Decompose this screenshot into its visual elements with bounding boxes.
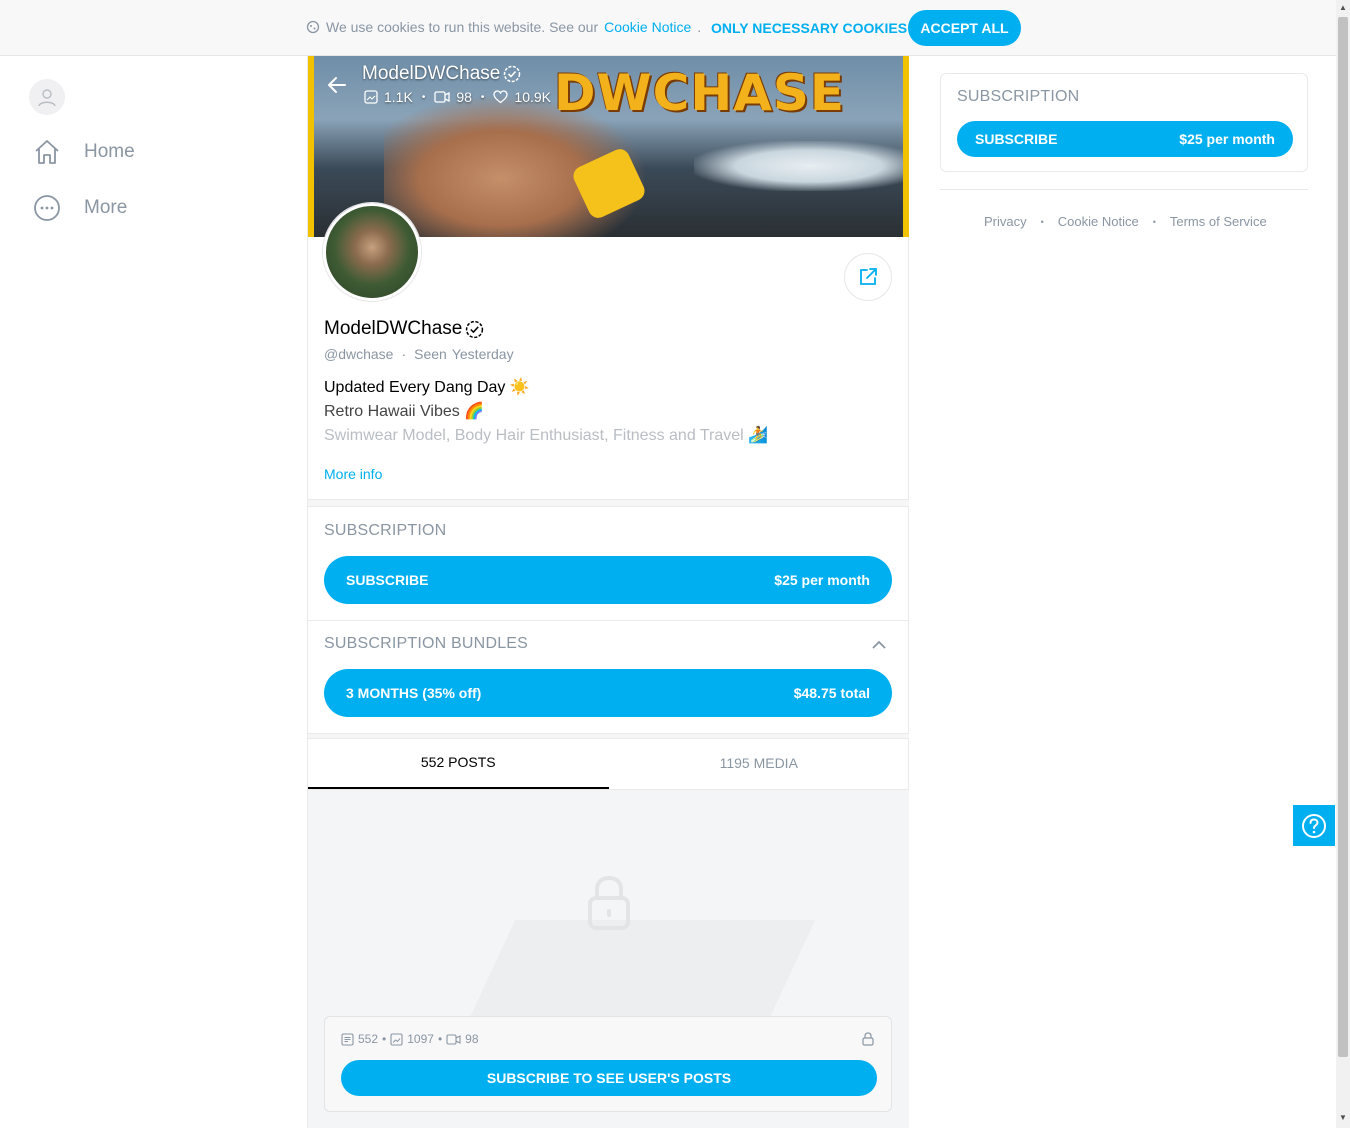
image-icon [390,1032,403,1046]
more-info-link[interactable]: More info [324,466,382,482]
nav-label-more: More [84,197,128,218]
profile-name-text: ModelDWChase [324,318,463,339]
subscribe-label: SUBSCRIBE [346,572,429,588]
video-icon [434,91,450,103]
footer-links: Privacy • Cookie Notice • Terms of Servi… [984,214,1267,229]
lock-icon [588,875,630,930]
help-button[interactable] [1293,805,1335,846]
lock-icon [862,1032,874,1046]
nav-label-home: Home [84,141,135,162]
cover-wave [694,141,903,191]
profile-handle: @dwchase [324,346,394,362]
cookie-message: We use cookies to run this website. See … [326,19,599,35]
nav-item-more[interactable]: More [32,193,127,223]
scrollbar[interactable]: ▲ ▼ [1336,0,1350,1128]
back-button[interactable] [326,74,348,103]
share-icon [860,268,877,285]
share-button[interactable] [844,253,892,301]
subscribe-label: SUBSCRIBE [975,131,1058,147]
profile-handle-row: @dwchase · Seen Yesterday [324,346,514,362]
seen-label: Seen [414,346,447,362]
sidebar-subscription-box: SUBSCRIPTION SUBSCRIBE $25 per month [940,73,1308,172]
post-icon [341,1032,354,1046]
profile-name: ModelDWChase [324,318,484,340]
bundle-price: $48.75 total [793,685,870,701]
bundles-title: SUBSCRIPTION BUNDLES [324,635,529,652]
section-divider [308,499,909,507]
sidebar-subscription-title: SUBSCRIPTION [957,88,1080,105]
subscribe-price: $25 per month [1179,131,1275,147]
separator-dot: • [1040,216,1044,227]
cover-stats: 1.1K • 98 • 10.9K [364,89,551,105]
bundle-label: 3 MONTHS (35% off) [346,685,482,701]
stat-likes: 10.9K [514,89,552,105]
separator-dot: • [480,91,485,103]
profile-avatar[interactable] [323,203,421,301]
bio-line: Retro Hawaii Vibes 🌈 [324,403,485,420]
scroll-down-arrow[interactable]: ▼ [1339,1114,1347,1122]
profile-bio: Updated Every Dang Day ☀️ Retro Hawaii V… [324,376,768,448]
subscribe-button[interactable]: SUBSCRIBE $25 per month [324,556,892,604]
tab-media[interactable]: 1195 MEDIA [609,737,910,789]
user-icon [38,89,56,107]
subscribe-to-see-posts-button[interactable]: SUBSCRIBE TO SEE USER'S POSTS [341,1060,877,1096]
cookie-notice-link[interactable]: Cookie Notice [604,19,691,35]
footer-link-cookie-notice[interactable]: Cookie Notice [1058,214,1139,229]
separator-dot: • [1152,216,1156,227]
stat-images: 1.1K [384,89,413,105]
scroll-up-arrow[interactable]: ▲ [1339,4,1347,12]
subscribe-price: $25 per month [774,572,870,588]
user-avatar[interactable] [29,79,65,115]
footer-link-privacy[interactable]: Privacy [984,214,1027,229]
home-icon [32,137,62,167]
divider [940,189,1308,190]
tab-posts[interactable]: 552 POSTS [308,737,609,789]
profile-column: DWCHASE ModelDWChase 1.1K • 98 • 10.9K M… [307,56,909,1128]
cookie-text: We use cookies to run this website. See … [306,19,701,35]
arrow-left-icon [328,77,346,93]
locked-content: 552 • 1097 • 98 SUBSCRIBE TO SEE USER'S … [308,790,909,1128]
separator-dot: · [401,346,407,362]
bundle-3-months-button[interactable]: 3 MONTHS (35% off) $48.75 total [324,669,892,717]
cover-name: ModelDWChase [362,63,521,85]
video-icon [446,1033,461,1045]
subscription-title: SUBSCRIPTION [324,522,447,539]
locked-posts-count: 552 [358,1032,379,1046]
chevron-up-icon[interactable] [870,636,888,654]
bio-line: Updated Every Dang Day ☀️ [324,379,530,396]
cover-banner-text: DWCHASE [554,64,846,122]
cover-name-text: ModelDWChase [362,63,501,84]
accept-all-button[interactable]: ACCEPT ALL [908,10,1021,46]
verified-icon [504,65,521,83]
help-icon [1302,813,1326,838]
bio-line: Swimwear Model, Body Hair Enthusiast, Fi… [324,427,769,444]
profile-tabs: 552 POSTS 1195 MEDIA [308,737,909,790]
separator-dot: • [382,1032,387,1046]
image-icon [364,90,378,104]
divider [308,620,909,621]
more-icon [32,193,62,223]
verified-icon [466,320,484,338]
only-necessary-cookies-button[interactable]: ONLY NECESSARY COOKIES [700,10,918,46]
nav-item-home[interactable]: Home [32,137,135,167]
separator-dot: • [437,1032,443,1046]
separator-dot: • [421,91,426,103]
locked-videos-count: 98 [465,1032,479,1046]
footer-link-terms[interactable]: Terms of Service [1170,214,1267,229]
sidebar-subscribe-button[interactable]: SUBSCRIBE $25 per month [957,121,1293,157]
scroll-thumb[interactable] [1338,17,1348,1057]
heart-icon [493,90,509,104]
locked-card: 552 • 1097 • 98 SUBSCRIBE TO SEE USER'S … [324,1016,892,1112]
cookie-banner: We use cookies to run this website. See … [0,0,1336,56]
seen-value: Yesterday [451,346,514,362]
stat-videos: 98 [456,89,472,105]
locked-images-count: 1097 [407,1032,434,1046]
cookie-icon [306,20,320,34]
locked-meta: 552 • 1097 • 98 [341,1032,479,1046]
